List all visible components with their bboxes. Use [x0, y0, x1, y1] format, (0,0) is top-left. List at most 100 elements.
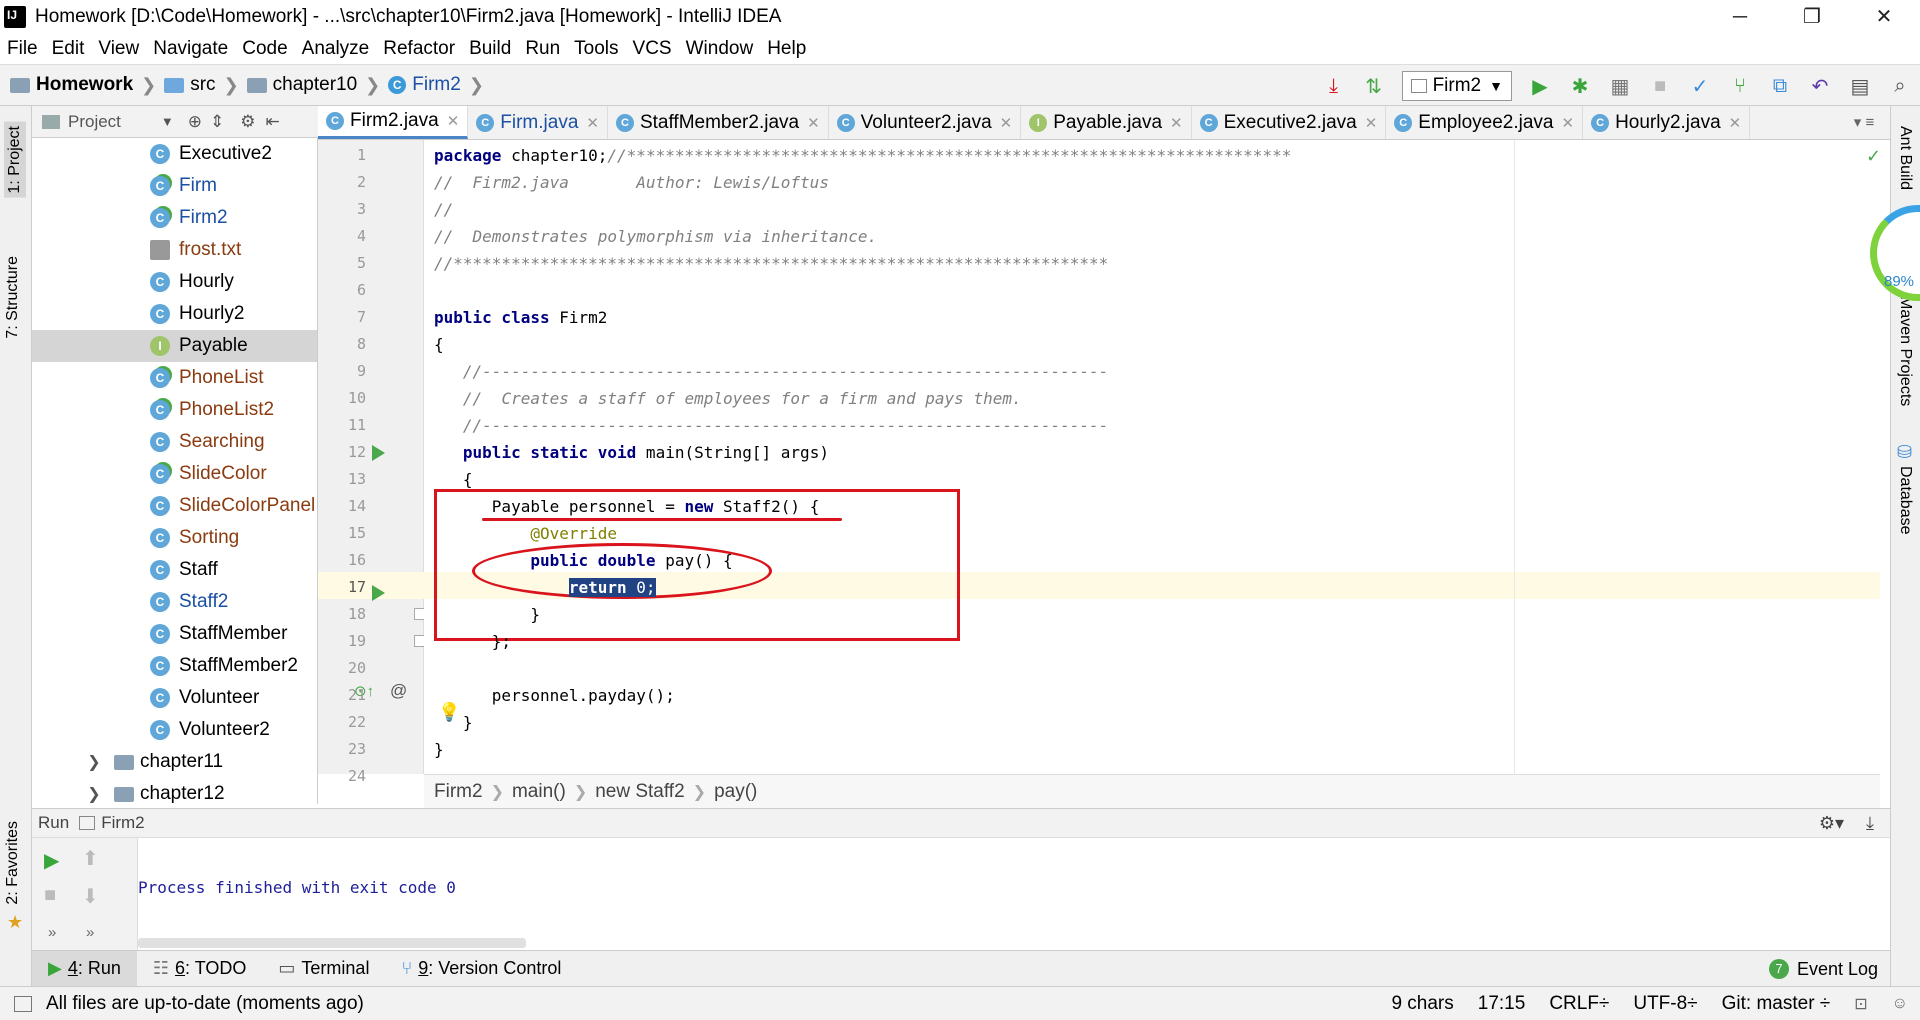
tool-tab-terminal[interactable]: ▭ Terminal: [262, 951, 385, 987]
notifications-icon[interactable]: ☺: [1892, 995, 1908, 1013]
sort-down-icon[interactable]: ⇅: [1359, 71, 1389, 101]
run-icon[interactable]: ▶: [1525, 71, 1555, 101]
run-console-output[interactable]: Process finished with exit code 0: [138, 838, 1890, 950]
code-crumb-method[interactable]: main(): [512, 781, 566, 803]
close-icon[interactable]: ✕: [586, 114, 599, 132]
run-panel-config[interactable]: Firm2: [101, 813, 144, 833]
close-icon[interactable]: ✕: [447, 112, 460, 130]
close-icon[interactable]: ✕: [1000, 114, 1013, 132]
tab-employee2-java[interactable]: C Employee2.java ✕: [1386, 106, 1584, 139]
close-icon[interactable]: ✕: [1729, 114, 1742, 132]
debug-icon[interactable]: ✱: [1565, 71, 1595, 101]
hide-panel-icon[interactable]: ⇤: [266, 112, 280, 132]
menu-help[interactable]: Help: [760, 38, 813, 60]
close-icon[interactable]: ✕: [1365, 114, 1378, 132]
tab-volunteer2-java[interactable]: C Volunteer2.java ✕: [829, 106, 1022, 139]
breadcrumb-src[interactable]: src: [190, 74, 215, 96]
close-button[interactable]: ✕: [1848, 0, 1920, 34]
breadcrumb-project[interactable]: Homework: [36, 74, 133, 96]
gear-icon[interactable]: ⚙: [240, 112, 255, 132]
tree-item-sorting[interactable]: C Sorting: [32, 522, 317, 554]
breadcrumb-package[interactable]: chapter10: [273, 74, 358, 96]
gear-icon[interactable]: ⚙▾: [1819, 813, 1844, 834]
tree-item-firm2[interactable]: C Firm2: [32, 202, 317, 234]
vcs-compare-icon[interactable]: ⧉: [1765, 71, 1795, 101]
up-arrow-icon[interactable]: ⬆: [82, 846, 99, 871]
lightbulb-icon[interactable]: 💡: [438, 702, 460, 723]
lock-icon[interactable]: ⊡: [1854, 994, 1867, 1014]
more-actions-icon[interactable]: »: [86, 924, 94, 941]
database-tool-tab[interactable]: Database: [1896, 466, 1914, 535]
close-icon[interactable]: ✕: [1170, 114, 1183, 132]
down-arrow-icon[interactable]: ⬇: [82, 884, 99, 909]
tree-item-executive2[interactable]: C Executive2: [32, 138, 317, 170]
menu-code[interactable]: Code: [235, 38, 294, 60]
project-structure-icon[interactable]: ▤: [1845, 71, 1875, 101]
status-git-branch[interactable]: Git: master ÷: [1722, 993, 1831, 1015]
tree-item-staffmember2[interactable]: C StaffMember2: [32, 650, 317, 682]
menu-edit[interactable]: Edit: [45, 38, 92, 60]
code-crumb-class[interactable]: Firm2: [434, 781, 483, 803]
code-crumb-anon[interactable]: new Staff2: [595, 781, 684, 803]
code-crumb-pay[interactable]: pay(): [714, 781, 757, 803]
tree-item-slidecolor[interactable]: C SlideColor: [32, 458, 317, 490]
tab-executive2-java[interactable]: C Executive2.java ✕: [1192, 106, 1387, 139]
tool-tab-version-control[interactable]: ⑂ 9: Version Control: [385, 951, 577, 987]
tree-item-payable[interactable]: I Payable: [32, 330, 317, 362]
status-caret-position[interactable]: 17:15: [1478, 993, 1526, 1015]
rerun-icon[interactable]: ▶: [44, 848, 59, 873]
tab-firm2-java[interactable]: C Firm2.java ✕: [318, 106, 469, 139]
minimize-panel-icon[interactable]: ⤓: [1866, 813, 1874, 834]
breadcrumb-file[interactable]: Firm2: [412, 74, 461, 96]
tab-staffmember2-java[interactable]: C StaffMember2.java ✕: [608, 106, 829, 139]
more-actions-icon[interactable]: »: [48, 924, 56, 941]
run-gutter-icon[interactable]: [372, 585, 385, 601]
tool-tab-run[interactable]: ▶ 4: Run: [32, 950, 137, 987]
menu-analyze[interactable]: Analyze: [295, 38, 377, 60]
tab-firm-java[interactable]: C Firm.java ✕: [468, 106, 608, 139]
menu-file[interactable]: File: [0, 38, 45, 60]
coverage-icon[interactable]: ▦: [1605, 71, 1635, 101]
vcs-commit-icon[interactable]: ⑂: [1725, 71, 1755, 101]
tree-item-phonelist2[interactable]: C PhoneList2: [32, 394, 317, 426]
restore-button[interactable]: ❐: [1776, 0, 1848, 34]
tree-folder-chapter11[interactable]: ❯ chapter11: [32, 746, 317, 778]
ant-build-tool-tab[interactable]: Ant Build: [1896, 126, 1914, 190]
tree-item-volunteer[interactable]: C Volunteer: [32, 682, 317, 714]
tree-item-staff[interactable]: C Staff: [32, 554, 317, 586]
collapse-all-icon[interactable]: ⇕: [210, 112, 224, 132]
run-gutter-icon[interactable]: [372, 445, 385, 461]
search-icon[interactable]: ⌕: [1885, 71, 1915, 101]
memory-gauge-widget[interactable]: 89%: [1866, 205, 1920, 301]
tool-tab-todo[interactable]: ☷ 6: TODO: [137, 951, 263, 987]
chevron-right-icon[interactable]: ❯: [84, 784, 104, 804]
tree-folder-chapter12[interactable]: ❯ chapter12: [32, 778, 317, 804]
tree-item-staffmember[interactable]: C StaffMember: [32, 618, 317, 650]
tree-item-phonelist[interactable]: C PhoneList: [32, 362, 317, 394]
menu-vcs[interactable]: VCS: [626, 38, 679, 60]
chevron-down-icon[interactable]: ▼: [161, 114, 174, 129]
tree-item-hourly2[interactable]: C Hourly2: [32, 298, 317, 330]
locate-icon[interactable]: ⊕: [188, 112, 202, 132]
stop-icon[interactable]: ■: [1645, 71, 1675, 101]
tab-payable-java[interactable]: I Payable.java ✕: [1021, 106, 1192, 139]
tree-item-volunteer2[interactable]: C Volunteer2: [32, 714, 317, 746]
close-icon[interactable]: ✕: [807, 114, 820, 132]
project-panel-title[interactable]: Project: [68, 112, 121, 132]
tab-hourly2-java[interactable]: C Hourly2.java ✕: [1583, 106, 1751, 139]
tree-item-searching[interactable]: C Searching: [32, 426, 317, 458]
tab-overflow-icon[interactable]: ▾ ≡: [1838, 106, 1890, 139]
tree-item-firm[interactable]: C Firm: [32, 170, 317, 202]
stop-icon[interactable]: ■: [44, 884, 56, 907]
menu-view[interactable]: View: [91, 38, 146, 60]
tree-item-hourly[interactable]: C Hourly: [32, 266, 317, 298]
menu-build[interactable]: Build: [462, 38, 518, 60]
menu-tools[interactable]: Tools: [567, 38, 625, 60]
menu-refactor[interactable]: Refactor: [376, 38, 462, 60]
minimize-button[interactable]: ─: [1704, 0, 1776, 34]
run-config-select[interactable]: Firm2 ▼: [1401, 71, 1512, 101]
menu-navigate[interactable]: Navigate: [146, 38, 235, 60]
download-arrow-icon[interactable]: ⤓: [1319, 71, 1349, 101]
vcs-update-icon[interactable]: ✓: [1685, 71, 1715, 101]
status-encoding[interactable]: UTF-8÷: [1633, 993, 1697, 1015]
